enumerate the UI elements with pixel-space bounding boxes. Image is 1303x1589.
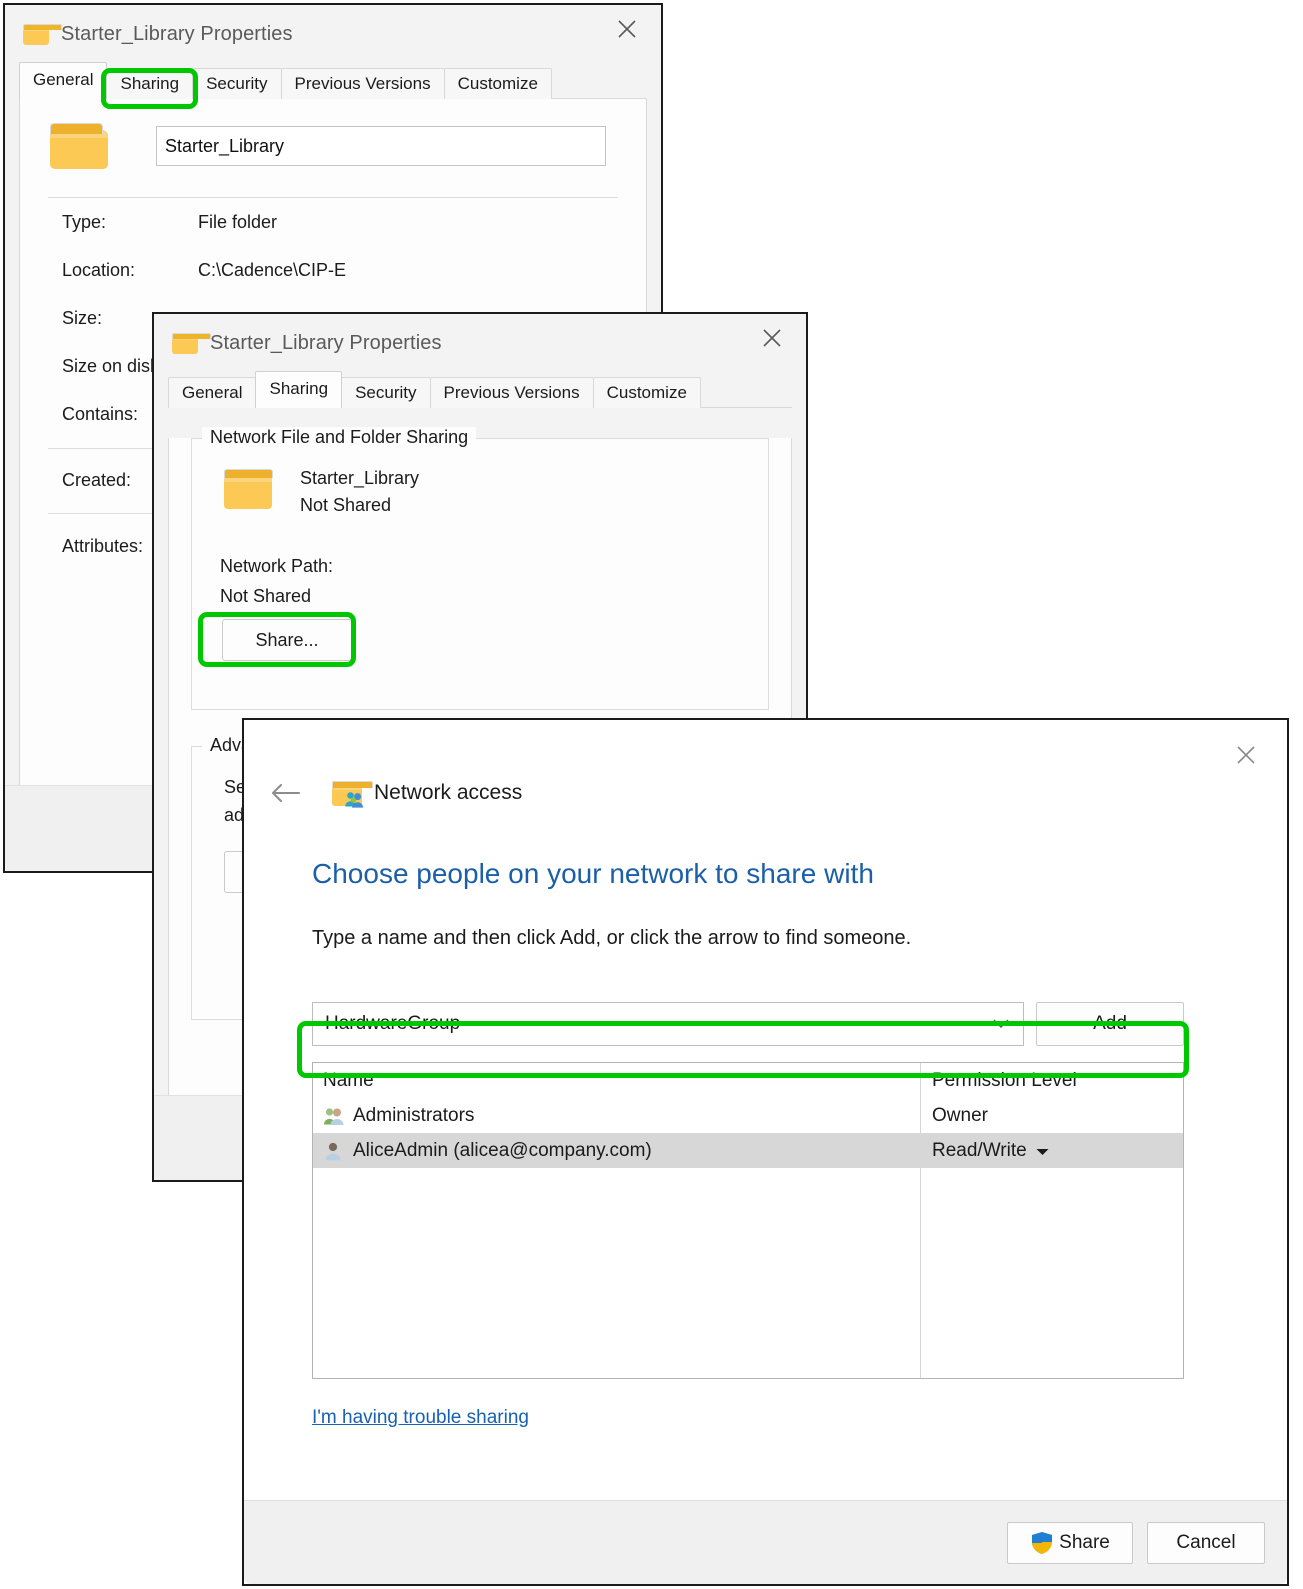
trouble-sharing-link[interactable]: I'm having trouble sharing	[312, 1407, 529, 1429]
network-path-label: Network Path:	[220, 556, 334, 576]
tab-previous-versions[interactable]: Previous Versions	[280, 68, 445, 99]
close-icon[interactable]	[603, 5, 651, 53]
folder-people-icon	[332, 780, 373, 808]
network-access-header: Network access	[244, 720, 1287, 810]
tab-general[interactable]: General	[19, 62, 108, 99]
people-table: Name Permission Level Administrators Own…	[312, 1062, 1184, 1379]
permission-dropdown-caret-icon[interactable]	[1036, 1140, 1049, 1162]
cancel-button[interactable]: Cancel	[1147, 1521, 1265, 1564]
share-button[interactable]: Share	[1007, 1521, 1133, 1564]
chevron-down-icon[interactable]	[993, 1013, 1009, 1035]
tabstrip-sharing: General Sharing Security Previous Versio…	[168, 371, 792, 408]
titlebar-sharing: Starter_Library Properties	[154, 314, 806, 372]
table-cell-permission[interactable]: Read/Write	[920, 1140, 1183, 1162]
users-group-icon	[324, 1107, 344, 1125]
property-row-type: Type: File folder	[20, 198, 646, 246]
network-path-value: Not Shared	[220, 586, 312, 606]
name-combobox-value: HardwareGroup	[325, 1013, 461, 1034]
shared-folder-status: Not Shared	[300, 495, 392, 515]
table-header-row: Name Permission Level	[313, 1063, 1183, 1098]
folder-icon	[172, 332, 211, 354]
shared-folder-name: Starter_Library	[300, 468, 420, 488]
table-cell-name-text: Administrators	[353, 1104, 475, 1126]
name-combobox[interactable]: HardwareGroup	[312, 1002, 1024, 1046]
permission-value: Owner	[932, 1104, 988, 1126]
folder-icon-large	[50, 123, 108, 169]
close-icon[interactable]	[748, 314, 796, 362]
back-arrow-icon[interactable]	[268, 776, 302, 810]
column-header-permission-level: Permission Level	[932, 1069, 1077, 1091]
permission-value: Read/Write	[932, 1139, 1027, 1161]
share-button-label: Share	[1059, 1531, 1110, 1553]
window-title: Starter_Library Properties	[61, 22, 293, 45]
tab-sharing[interactable]: Sharing	[255, 371, 343, 408]
tab-customize[interactable]: Customize	[592, 377, 701, 408]
page-title: Choose people on your network to share w…	[312, 858, 874, 889]
uac-shield-icon	[1032, 1531, 1053, 1554]
property-value: C:\Cadence\CIP-E	[198, 259, 347, 280]
tab-customize[interactable]: Customize	[443, 68, 552, 99]
folder-icon	[23, 23, 62, 45]
table-row[interactable]: Administrators Owner	[313, 1098, 1183, 1133]
tab-security[interactable]: Security	[341, 377, 431, 408]
network-access-dialog: Network access Choose people on your net…	[242, 718, 1289, 1586]
add-button[interactable]: Add	[1036, 1002, 1184, 1046]
tab-security[interactable]: Security	[192, 68, 282, 99]
page-subtitle: Type a name and then click Add, or click…	[312, 927, 912, 949]
table-cell-permission: Owner	[920, 1105, 1183, 1127]
property-key: Location:	[62, 259, 136, 280]
column-header-name: Name	[323, 1069, 374, 1091]
network-access-footer: Share Cancel	[244, 1500, 1287, 1584]
folder-name-input[interactable]: Starter_Library	[156, 126, 606, 166]
network-access-title: Network access	[374, 781, 523, 804]
user-icon	[325, 1142, 341, 1160]
close-icon[interactable]	[1223, 732, 1269, 778]
table-row[interactable]: AliceAdmin (alicea@company.com) Read/Wri…	[313, 1133, 1183, 1168]
share-button[interactable]: Share...	[222, 619, 352, 661]
tabstrip-general: General Sharing Security Previous Versio…	[19, 62, 647, 99]
table-cell-name-text: AliceAdmin (alicea@company.com)	[353, 1139, 652, 1161]
table-cell-name: AliceAdmin (alicea@company.com)	[313, 1140, 920, 1162]
property-row-location: Location: C:\Cadence\CIP-E	[20, 246, 646, 294]
window-title: Starter_Library Properties	[210, 331, 442, 354]
table-cell-name: Administrators	[313, 1105, 920, 1127]
group-legend: Network File and Folder Sharing	[202, 427, 477, 448]
titlebar-general: Starter_Library Properties	[5, 5, 661, 63]
network-file-and-folder-sharing-group: Network File and Folder Sharing Starter_…	[191, 427, 769, 710]
folder-icon	[224, 469, 273, 509]
tab-sharing[interactable]: Sharing	[106, 68, 194, 99]
property-key: Type:	[62, 211, 107, 232]
tab-general[interactable]: General	[168, 377, 257, 408]
property-value: File folder	[198, 211, 278, 232]
tab-previous-versions[interactable]: Previous Versions	[429, 377, 594, 408]
